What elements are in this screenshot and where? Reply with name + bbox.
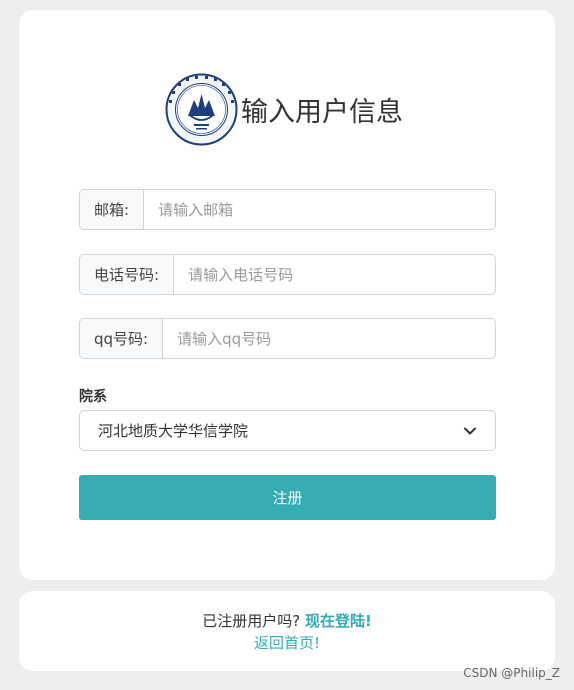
registration-card: 输入用户信息 邮箱: 电话号码: qq号码: 院系 河北地质大学华信学院 注册 [19,10,555,580]
qq-input-group: qq号码: [79,318,496,359]
phone-label: 电话号码: [80,255,175,294]
page-title: 输入用户信息 [241,97,403,128]
chevron-down-icon [464,427,476,434]
phone-input-group: 电话号码: [79,254,496,295]
footer-card: 已注册用户吗? 现在登陆! 返回首页! [19,591,555,671]
department-select[interactable]: 河北地质大学华信学院 [79,410,496,451]
qq-label: qq号码: [80,319,164,358]
back-home-row: 返回首页! [19,632,555,653]
department-selected-value: 河北地质大学华信学院 [98,422,249,440]
back-home-link[interactable]: 返回首页! [254,634,320,652]
login-prompt: 已注册用户吗? 现在登陆! [19,610,555,631]
watermark: CSDN @Philip_Z [463,666,560,680]
register-button[interactable]: 注册 [79,475,496,520]
brand-header: 输入用户信息 [164,72,403,147]
login-link[interactable]: 现在登陆! [305,612,372,630]
phone-field[interactable] [174,255,495,294]
email-field[interactable] [144,190,495,229]
login-question-text: 已注册用户吗? [202,612,301,630]
qq-field[interactable] [163,319,495,358]
department-label: 院系 [79,389,107,405]
university-seal-logo-icon [165,73,238,146]
email-input-group: 邮箱: [79,189,496,230]
email-label: 邮箱: [80,190,145,229]
